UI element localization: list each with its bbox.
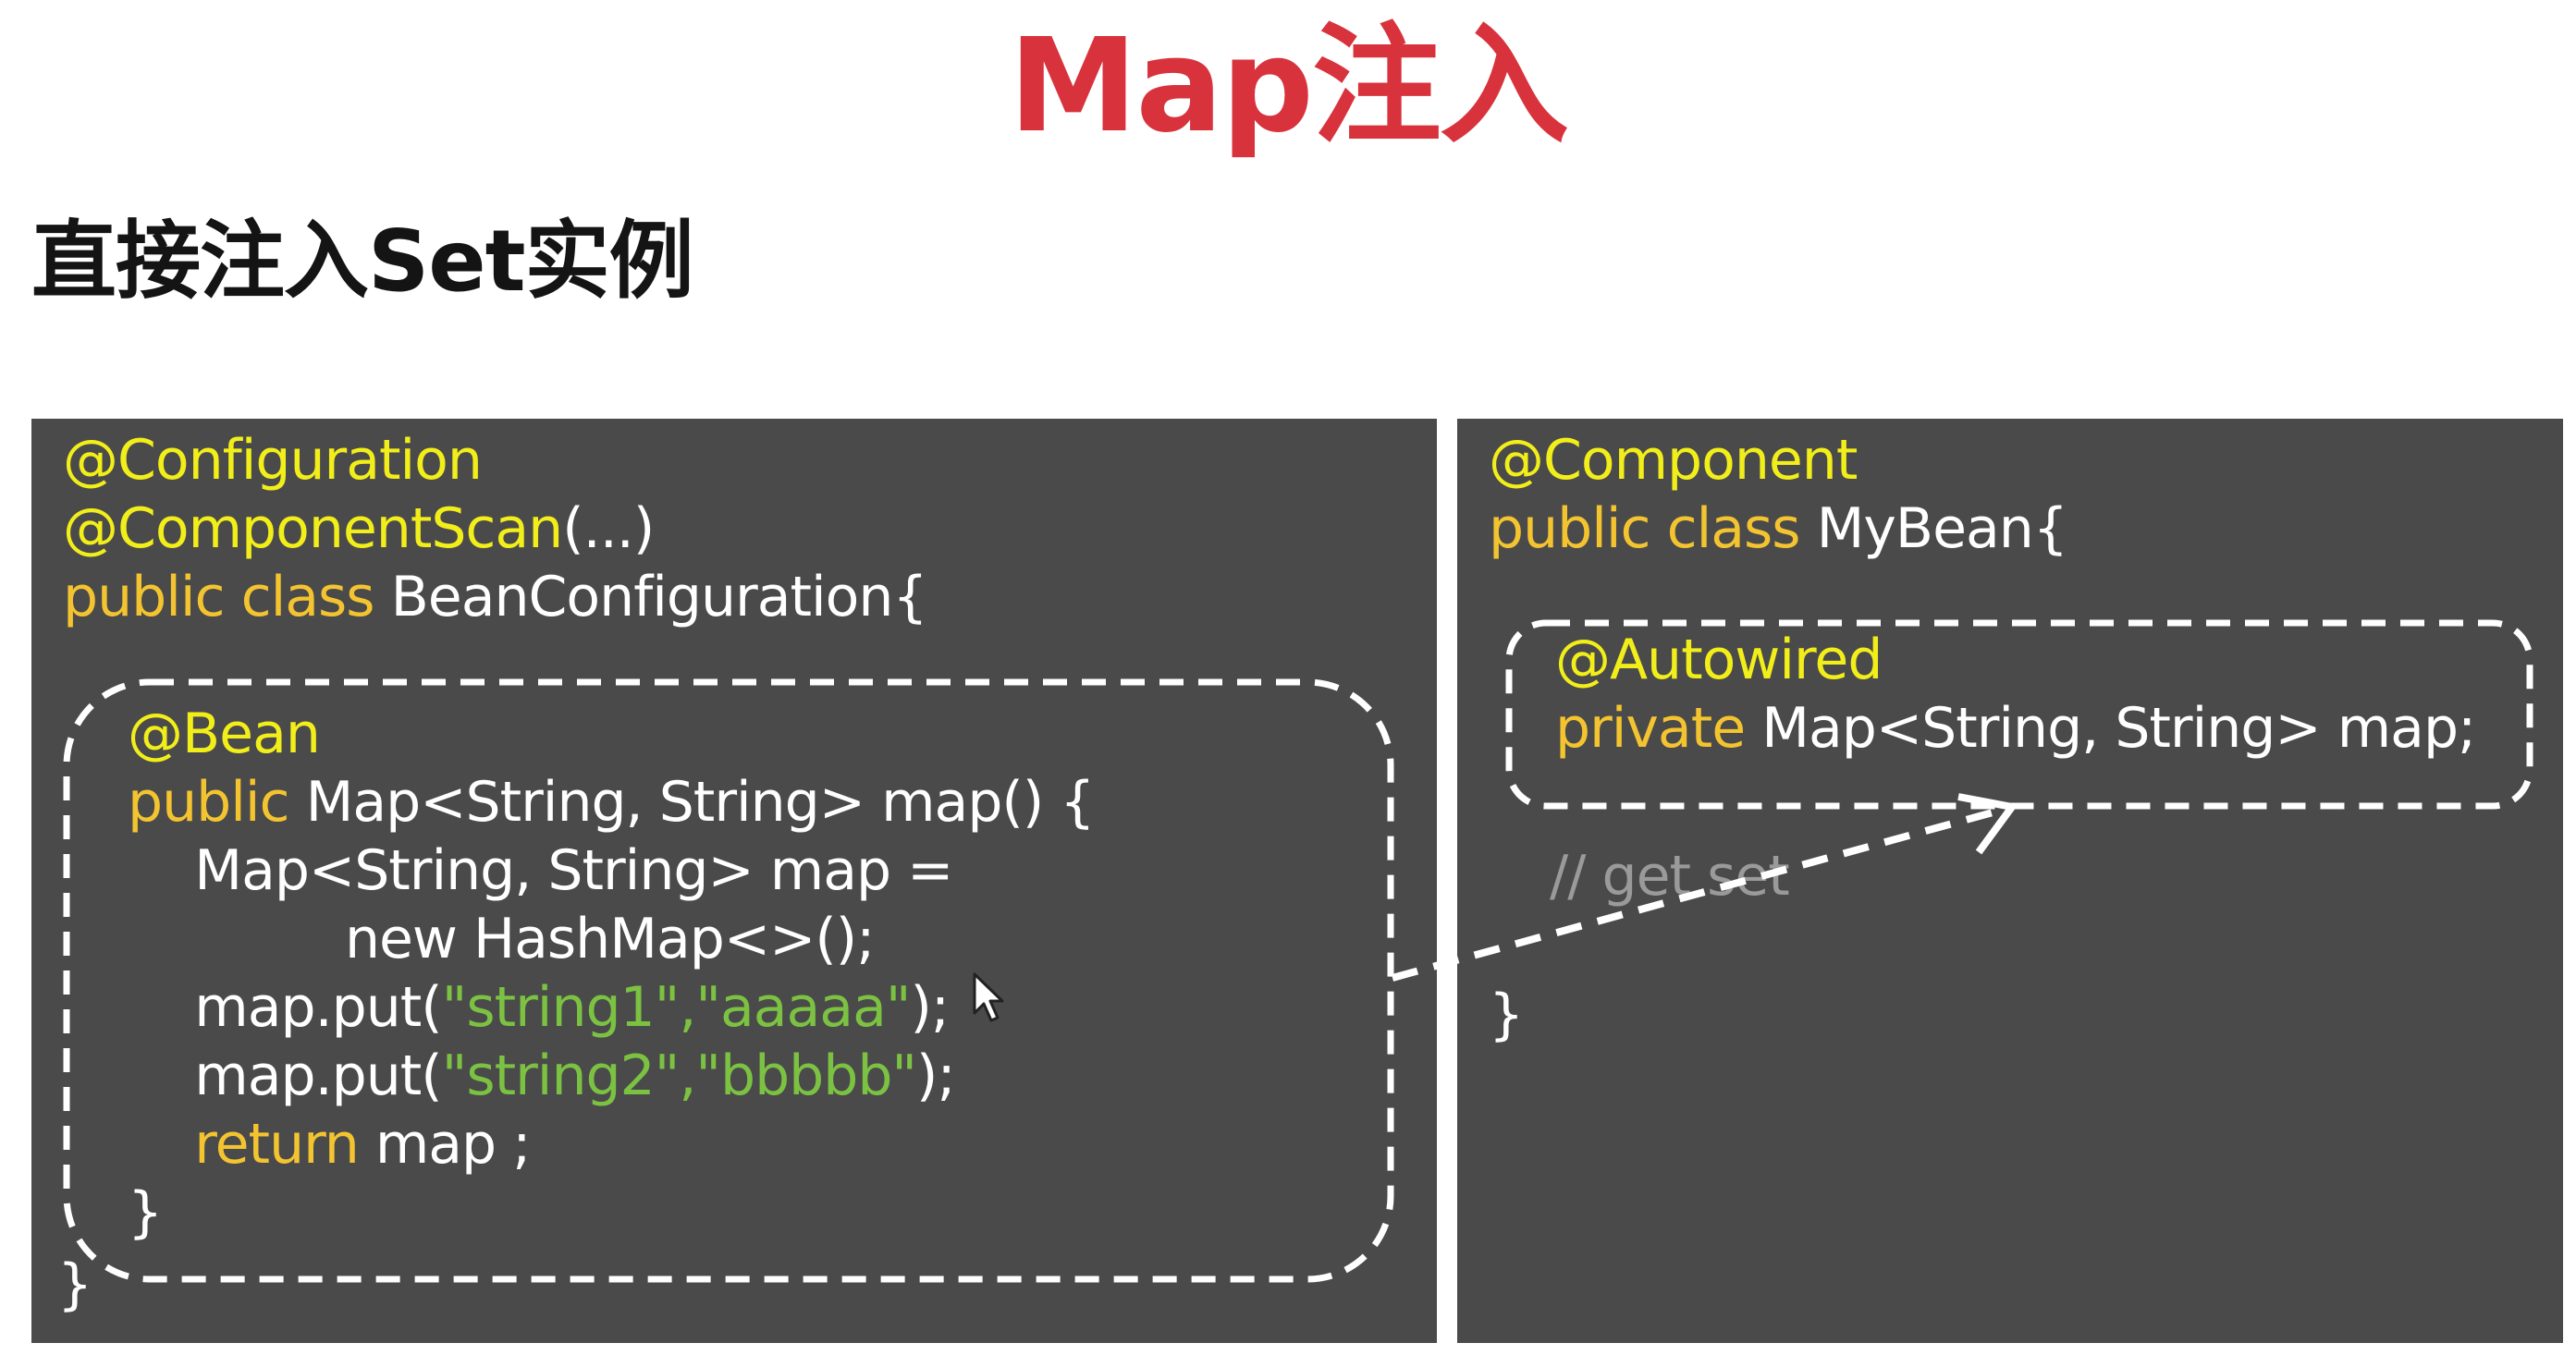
put-call-1-args: "string1","aaaaa" bbox=[441, 975, 912, 1040]
left-code-header: @Configuration @ComponentScan(...) publi… bbox=[63, 426, 928, 631]
slide-title: Map注入 bbox=[1008, 11, 1569, 162]
put-call-1-suffix: ); bbox=[910, 975, 950, 1040]
keyword-public-class: public class bbox=[63, 565, 391, 629]
mybean-code-panel: @Component public class MyBean{ @Autowir… bbox=[1457, 419, 2563, 1343]
annotation-componentscan: @ComponentScan bbox=[63, 496, 563, 561]
class-close-brace: } bbox=[57, 1252, 92, 1317]
put-call-2-prefix: map.put( bbox=[194, 1044, 442, 1108]
method-signature: Map<String, String> map() { bbox=[288, 770, 1096, 835]
annotation-component: @Component bbox=[1489, 428, 1858, 493]
mybean-close-brace: } bbox=[1489, 983, 1524, 1047]
keyword-private: private bbox=[1555, 696, 1746, 761]
class-name-mybean: MyBean{ bbox=[1816, 496, 2068, 561]
bean-method-code: @Bean public Map<String, String> map() {… bbox=[128, 700, 1096, 1247]
getter-setter-comment: // get set bbox=[1550, 844, 1790, 909]
autowired-field-code: @Autowired private Map<String, String> m… bbox=[1555, 626, 2476, 763]
put-call-2-suffix: ); bbox=[916, 1044, 956, 1108]
keyword-public-class: public class bbox=[1489, 496, 1817, 561]
componentscan-args: (...) bbox=[562, 496, 655, 561]
annotation-autowired: @Autowired bbox=[1555, 628, 1883, 692]
slide-subtitle: 直接注入Set实例 bbox=[31, 212, 694, 311]
map-declaration: Map<String, String> map = bbox=[194, 838, 953, 903]
map-field-declaration: Map<String, String> map; bbox=[1745, 696, 2476, 761]
put-call-2-args: "string2","bbbbb" bbox=[441, 1044, 917, 1108]
keyword-public: public bbox=[128, 770, 290, 835]
map-instantiation: new HashMap<>(); bbox=[344, 907, 875, 971]
annotation-bean: @Bean bbox=[128, 702, 321, 766]
annotation-configuration: @Configuration bbox=[63, 428, 483, 493]
put-call-1-prefix: map.put( bbox=[194, 975, 442, 1040]
method-close-brace: } bbox=[128, 1180, 163, 1245]
class-name-beanconfiguration: BeanConfiguration{ bbox=[390, 565, 928, 629]
bean-configuration-code-panel: @Configuration @ComponentScan(...) publi… bbox=[31, 419, 1437, 1343]
return-statement: map ; bbox=[358, 1112, 532, 1177]
keyword-return: return bbox=[194, 1112, 359, 1177]
right-code-header: @Component public class MyBean{ bbox=[1489, 426, 2068, 563]
